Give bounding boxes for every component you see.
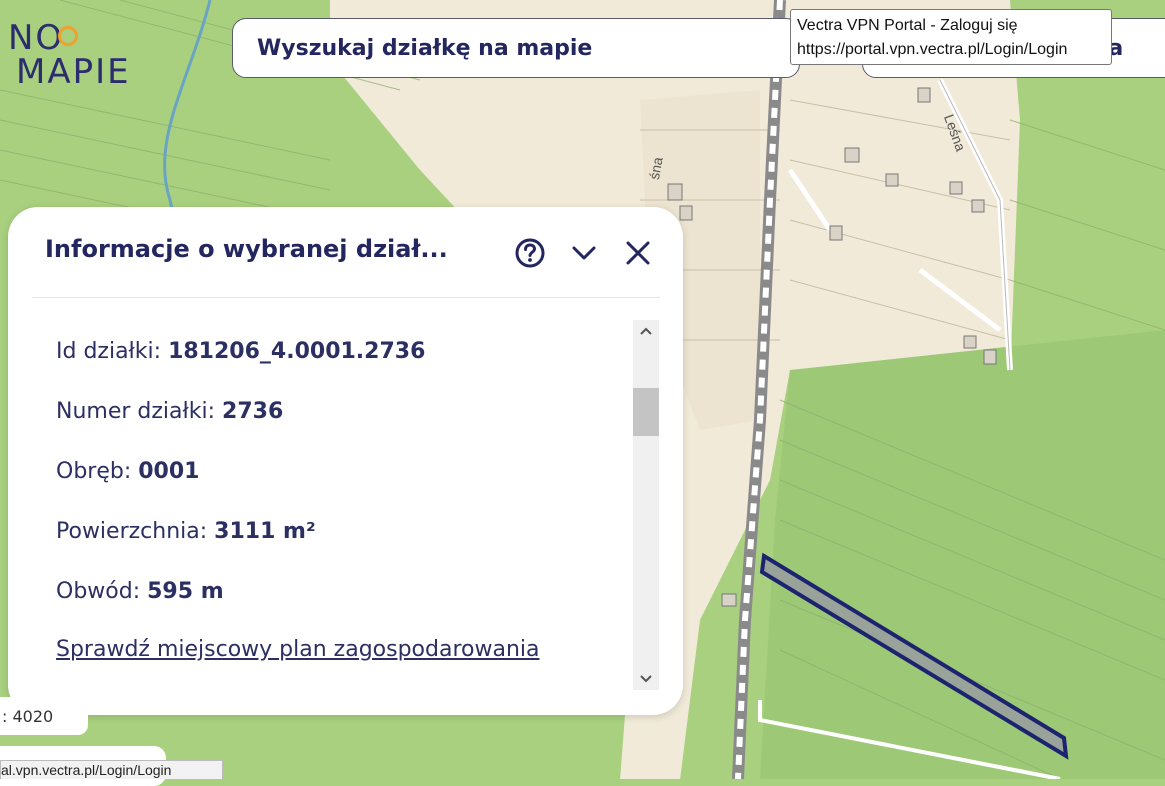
precinct-row: Obręb: 0001 bbox=[56, 459, 199, 484]
app-logo[interactable]: NO MAPIE bbox=[8, 18, 178, 92]
tooltip-url: https://portal.vpn.vectra.pl/Login/Login bbox=[797, 41, 1068, 58]
perimeter-value: 595 m bbox=[147, 579, 224, 604]
tooltip-title: Vectra VPN Portal - Zaloguj się bbox=[797, 17, 1018, 34]
scroll-thumb[interactable] bbox=[633, 388, 659, 436]
precinct-label: Obręb: bbox=[56, 459, 139, 484]
browser-status-url: al.vpn.vectra.pl/Login/Login bbox=[0, 760, 223, 779]
plot-search-input[interactable]: Wyszukaj działkę na mapie bbox=[232, 18, 800, 78]
browser-tooltip: Vectra VPN Portal - Zaloguj się https://… bbox=[790, 9, 1112, 65]
plot-id-label: Id działki: bbox=[56, 339, 169, 364]
area-value: 3111 m² bbox=[214, 519, 316, 544]
plot-id-value: 181206_4.0001.2736 bbox=[168, 339, 426, 364]
chevron-up-icon bbox=[640, 327, 652, 335]
plot-number-row: Numer działki: 2736 bbox=[56, 399, 283, 424]
chevron-down-small-icon bbox=[640, 675, 652, 683]
zoning-plan-link[interactable]: Sprawdź miejscowy plan zagospodarowania bbox=[56, 637, 539, 662]
panel-divider bbox=[32, 297, 660, 298]
plot-id-row: Id działki: 181206_4.0001.2736 bbox=[56, 339, 425, 364]
plot-info-panel: Informacje o wybranej dział... Id działk… bbox=[8, 207, 683, 715]
close-button[interactable] bbox=[620, 235, 656, 271]
logo-pin-icon bbox=[58, 26, 78, 46]
plot-number-label: Numer działki: bbox=[56, 399, 223, 424]
area-label: Powierzchnia: bbox=[56, 519, 215, 544]
logo-text-line2: MAPIE bbox=[16, 52, 131, 92]
help-button[interactable] bbox=[512, 235, 548, 271]
panel-scrollbar[interactable] bbox=[633, 320, 659, 690]
map-scale: : 4020 bbox=[0, 697, 88, 735]
precinct-value: 0001 bbox=[138, 459, 200, 484]
scroll-down-button[interactable] bbox=[633, 668, 659, 690]
close-icon bbox=[626, 241, 650, 265]
plot-number-value: 2736 bbox=[222, 399, 284, 424]
scroll-up-button[interactable] bbox=[633, 320, 659, 342]
help-icon bbox=[515, 238, 545, 268]
collapse-button[interactable] bbox=[566, 235, 602, 271]
chevron-down-icon bbox=[572, 246, 596, 260]
map-scale-text: : 4020 bbox=[2, 706, 54, 726]
perimeter-label: Obwód: bbox=[56, 579, 148, 604]
search-placeholder: Wyszukaj działkę na mapie bbox=[257, 35, 593, 61]
panel-title: Informacje o wybranej dział... bbox=[45, 235, 448, 263]
area-row: Powierzchnia: 3111 m² bbox=[56, 519, 316, 544]
perimeter-row: Obwód: 595 m bbox=[56, 579, 224, 604]
